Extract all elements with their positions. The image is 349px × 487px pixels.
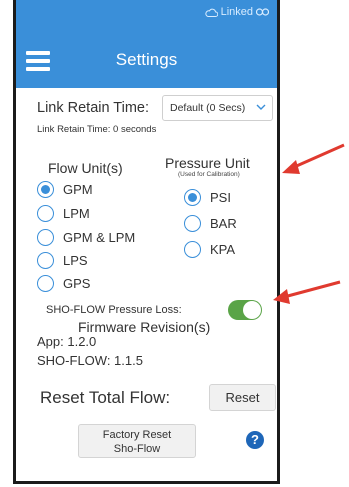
radio-circle (184, 241, 201, 258)
radio-flow-lpm[interactable]: LPM (37, 205, 90, 222)
radio-circle (37, 252, 54, 269)
phone-screen: Linked Settings Link Retain Time: Defaul… (13, 0, 280, 484)
radio-circle (37, 205, 54, 222)
app-header: Linked Settings (16, 0, 277, 88)
firmware-app-version: App: 1.2.0 (37, 334, 97, 349)
cloud-icon (204, 8, 218, 17)
callout-arrow-pressure-loss (273, 280, 341, 304)
toggle-knob (243, 301, 261, 319)
factory-reset-line1: Factory Reset (102, 429, 172, 441)
callout-arrow-pressure-unit (282, 143, 345, 174)
radio-flow-gpm[interactable]: GPM (37, 181, 93, 198)
link-retain-value: Default (0 Secs) (170, 102, 246, 114)
pressure-loss-toggle[interactable] (228, 300, 262, 320)
help-icon[interactable]: ? (246, 431, 264, 449)
pressure-loss-label: SHO-FLOW Pressure Loss: (46, 304, 182, 316)
radio-pressure-psi[interactable]: PSI (184, 189, 231, 206)
linked-label: Linked (220, 6, 253, 18)
radio-flow-gps[interactable]: GPS (37, 275, 90, 292)
radio-pressure-bar[interactable]: BAR (184, 215, 237, 232)
link-retain-label: Link Retain Time: (37, 100, 150, 116)
page-title: Settings (115, 50, 178, 69)
radio-circle (37, 181, 54, 198)
radio-flow-gpm-lpm[interactable]: GPM & LPM (37, 229, 135, 246)
factory-reset-button[interactable]: Factory Reset Sho-Flow (78, 424, 196, 458)
reset-button[interactable]: Reset (209, 384, 276, 411)
factory-reset-line2: Sho-Flow (113, 443, 161, 455)
firmware-shoflow-version: SHO-FLOW: 1.1.5 (37, 353, 143, 368)
radio-circle (184, 215, 201, 232)
pressure-unit-heading: Pressure Unit (165, 155, 250, 171)
radio-circle (37, 275, 54, 292)
firmware-heading: Firmware Revision(s) (78, 319, 211, 335)
link-retain-current: Link Retain Time: 0 seconds (37, 124, 157, 135)
link-chain-icon (256, 8, 269, 16)
link-status: Linked (204, 6, 269, 18)
link-retain-dropdown[interactable]: Default (0 Secs) (162, 95, 273, 121)
radio-pressure-kpa[interactable]: KPA (184, 241, 235, 258)
reset-total-flow-label: Reset Total Flow: (40, 388, 171, 407)
radio-circle (37, 229, 54, 246)
pressure-unit-subheading: (Used for Calibration) (178, 171, 240, 178)
flow-units-heading: Flow Unit(s) (48, 160, 123, 176)
radio-circle (184, 189, 201, 206)
radio-flow-lps[interactable]: LPS (37, 252, 88, 269)
chevron-down-icon (256, 104, 266, 110)
